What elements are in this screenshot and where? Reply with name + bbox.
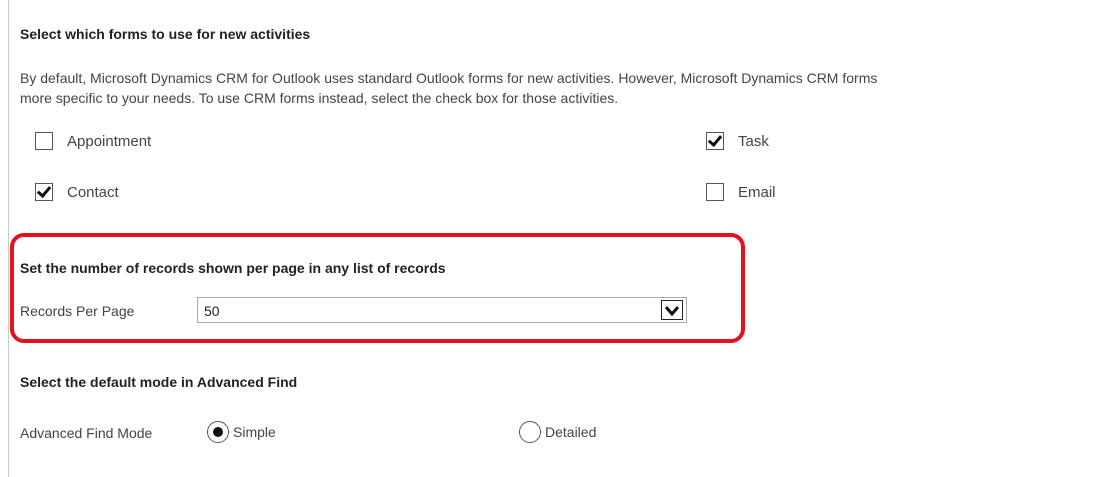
advanced-find-heading: Select the default mode in Advanced Find bbox=[20, 374, 298, 390]
appointment-checkbox-row[interactable]: Appointment bbox=[35, 131, 151, 151]
forms-section-heading: Select which forms to use for new activi… bbox=[20, 26, 311, 42]
left-border bbox=[8, 0, 9, 477]
records-per-page-select[interactable]: 50 bbox=[197, 297, 687, 323]
description-line-1: By default, Microsoft Dynamics CRM for O… bbox=[20, 70, 878, 86]
chevron-down-icon bbox=[664, 306, 680, 317]
advanced-find-mode-label: Advanced Find Mode bbox=[20, 425, 153, 441]
options-page: Select which forms to use for new activi… bbox=[0, 0, 1093, 477]
checkmark-icon bbox=[707, 131, 723, 148]
detailed-label: Detailed bbox=[545, 424, 597, 440]
detailed-radio-option[interactable]: Detailed bbox=[519, 420, 596, 444]
simple-radio[interactable] bbox=[207, 421, 229, 443]
records-section-heading: Set the number of records shown per page… bbox=[20, 260, 446, 276]
appointment-checkbox[interactable] bbox=[35, 132, 53, 150]
task-checkbox-row[interactable]: Task bbox=[706, 131, 769, 151]
task-checkbox[interactable] bbox=[706, 131, 724, 150]
email-checkbox-row[interactable]: Email bbox=[706, 182, 776, 202]
highlight-box bbox=[10, 233, 745, 343]
appointment-label: Appointment bbox=[67, 132, 152, 150]
contact-label: Contact bbox=[67, 183, 119, 201]
task-label: Task bbox=[738, 132, 769, 150]
detailed-radio[interactable] bbox=[519, 421, 541, 443]
contact-checkbox[interactable] bbox=[35, 182, 53, 201]
description-line-2: more specific to your needs. To use CRM … bbox=[20, 90, 619, 106]
contact-checkbox-row[interactable]: Contact bbox=[35, 182, 119, 202]
forms-section-description: By default, Microsoft Dynamics CRM for O… bbox=[20, 68, 1093, 108]
records-per-page-label: Records Per Page bbox=[20, 303, 135, 319]
records-per-page-value: 50 bbox=[204, 303, 220, 319]
radio-selected-dot bbox=[213, 427, 223, 437]
checkmark-icon bbox=[36, 182, 52, 199]
dropdown-button[interactable] bbox=[661, 300, 683, 320]
email-label: Email bbox=[738, 183, 776, 201]
simple-radio-option[interactable]: Simple bbox=[207, 420, 276, 444]
email-checkbox[interactable] bbox=[706, 183, 724, 201]
simple-label: Simple bbox=[233, 424, 276, 440]
